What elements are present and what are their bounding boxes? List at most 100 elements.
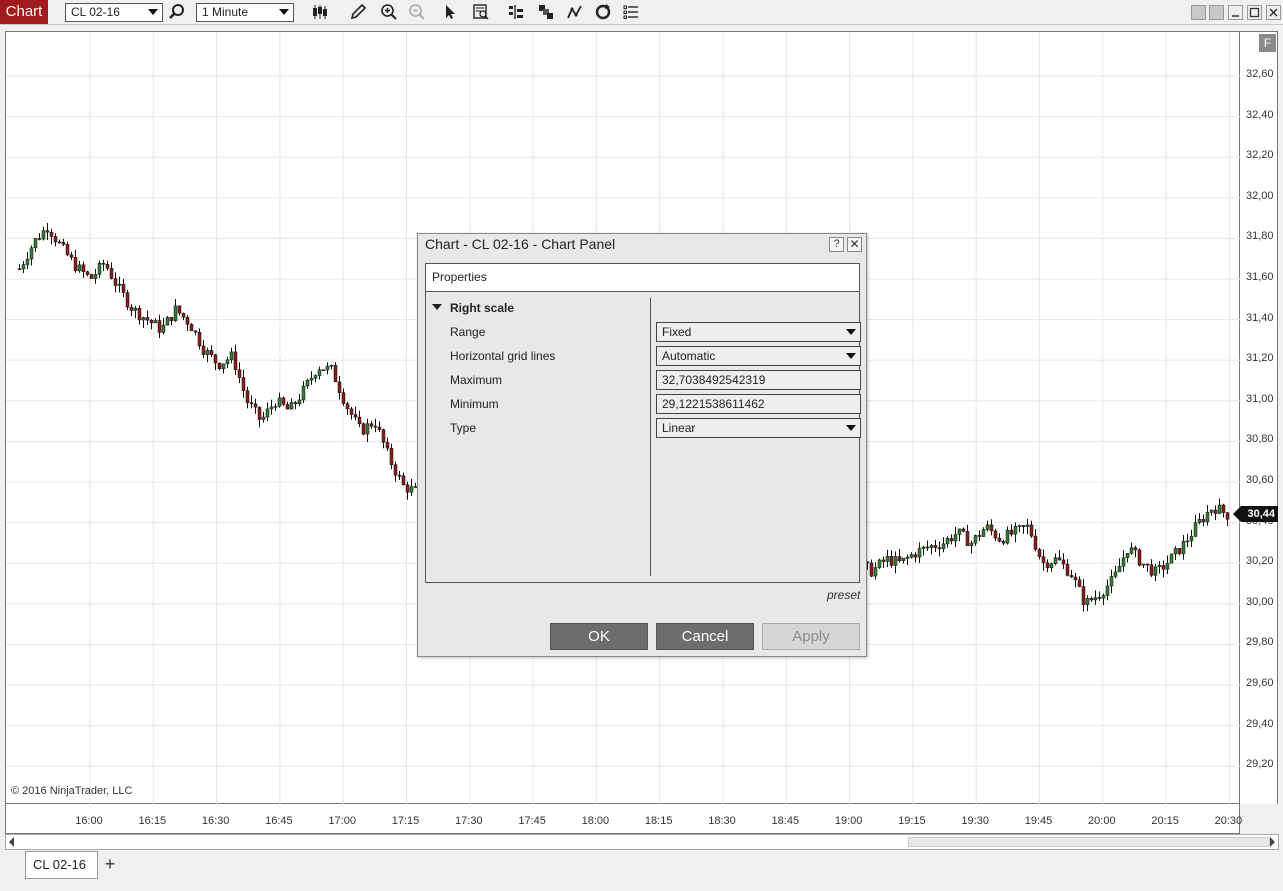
search-icon[interactable] bbox=[167, 2, 187, 22]
close-window-button[interactable] bbox=[1266, 5, 1281, 20]
candle-body bbox=[961, 528, 966, 532]
time-tick-label: 17:45 bbox=[518, 815, 546, 827]
preset-link[interactable]: preset bbox=[827, 588, 860, 602]
horizontal-scrollbar[interactable] bbox=[5, 834, 1279, 850]
candle-body bbox=[169, 317, 174, 321]
tile-right-button[interactable] bbox=[1209, 5, 1224, 20]
help-button[interactable]: ? bbox=[829, 237, 844, 252]
section-right-scale[interactable]: Right scale bbox=[432, 301, 514, 315]
time-tick-label: 16:45 bbox=[265, 815, 293, 827]
scroll-thumb[interactable] bbox=[908, 837, 1270, 847]
tile-left-button[interactable] bbox=[1191, 5, 1206, 20]
candle-body bbox=[1033, 535, 1038, 550]
maximize-button[interactable] bbox=[1247, 5, 1262, 20]
indicators-icon[interactable] bbox=[565, 2, 585, 22]
candle-body bbox=[165, 317, 170, 326]
chevron-down-icon bbox=[846, 425, 856, 431]
chart-window-tab[interactable]: Chart bbox=[0, 0, 48, 24]
horizontal-grid-lines-select[interactable]: Automatic bbox=[656, 346, 861, 366]
reload-icon[interactable] bbox=[593, 2, 613, 22]
candle-body bbox=[1177, 548, 1182, 555]
collapse-triangle-icon[interactable] bbox=[432, 304, 442, 310]
ninjatrader-chart-window: Chart CL 02-16 1 Minute 32,60 32,40 32,2… bbox=[0, 0, 1283, 891]
chart-trader-icon[interactable] bbox=[506, 2, 526, 22]
candle-body bbox=[905, 557, 910, 559]
price-tick-label: 30,80 bbox=[1246, 433, 1274, 446]
candle-body bbox=[945, 538, 950, 545]
candle-body bbox=[1113, 571, 1118, 577]
candle-body bbox=[137, 307, 142, 321]
candle-body bbox=[325, 365, 330, 371]
scroll-left-icon[interactable] bbox=[9, 837, 14, 847]
candle-body bbox=[953, 534, 958, 542]
tab-cl-02-16[interactable]: CL 02-16 bbox=[25, 851, 98, 879]
time-tick-label: 17:30 bbox=[455, 815, 483, 827]
price-tick-label: 30,60 bbox=[1246, 474, 1274, 486]
price-tick-label: 29,80 bbox=[1246, 636, 1274, 649]
candle-body bbox=[17, 268, 22, 271]
scroll-right-icon[interactable] bbox=[1270, 837, 1275, 847]
candle-body bbox=[885, 555, 890, 562]
candle-body bbox=[1045, 562, 1050, 569]
candle-body bbox=[909, 554, 914, 558]
copyright-text: © 2016 NinjaTrader, LLC bbox=[11, 785, 133, 797]
candle-body bbox=[1065, 563, 1070, 576]
candle-body bbox=[1001, 541, 1006, 544]
candle-body bbox=[933, 545, 938, 548]
column-divider[interactable] bbox=[650, 298, 651, 576]
candle-body bbox=[1133, 547, 1138, 551]
candle-body bbox=[985, 524, 990, 530]
dialog-title: Chart - CL 02-16 - Chart Panel bbox=[425, 236, 616, 252]
pencil-icon[interactable] bbox=[348, 2, 368, 22]
minimum-input[interactable]: 29,1221538611462 bbox=[656, 394, 861, 414]
price-tick-label: 31,40 bbox=[1246, 311, 1274, 324]
ok-button[interactable]: OK bbox=[550, 623, 648, 650]
candle-body bbox=[1217, 504, 1222, 514]
candle-body bbox=[305, 379, 310, 387]
zoom-out-icon[interactable] bbox=[407, 2, 427, 22]
candle-body bbox=[37, 238, 42, 240]
candle-body bbox=[277, 397, 282, 407]
type-select[interactable]: Linear bbox=[656, 418, 861, 438]
candle-body bbox=[349, 408, 354, 415]
candle-body bbox=[1181, 540, 1186, 555]
price-tick-label: 30,00 bbox=[1246, 595, 1274, 608]
candle-body bbox=[401, 475, 406, 486]
candlestick-style-icon[interactable] bbox=[310, 2, 330, 22]
instrument-selector[interactable]: CL 02-16 bbox=[65, 3, 163, 22]
properties-list-icon[interactable] bbox=[621, 2, 641, 22]
candle-body bbox=[913, 554, 918, 558]
interval-selector[interactable]: 1 Minute bbox=[196, 3, 294, 22]
data-box-icon[interactable] bbox=[471, 2, 491, 22]
candle-body bbox=[25, 258, 30, 265]
time-tick-label: 18:30 bbox=[708, 815, 736, 827]
fixed-scale-button[interactable]: F bbox=[1259, 34, 1276, 52]
candle-body bbox=[41, 230, 46, 240]
candle-body bbox=[193, 330, 198, 333]
candle-body bbox=[293, 402, 298, 405]
candle-body bbox=[1041, 556, 1046, 564]
candle-body bbox=[977, 535, 982, 537]
pointer-icon[interactable] bbox=[440, 2, 460, 22]
add-tab-button[interactable]: + bbox=[99, 855, 121, 875]
candle-body bbox=[133, 307, 138, 311]
candle-body bbox=[317, 369, 322, 376]
candle-body bbox=[201, 345, 206, 355]
apply-button[interactable]: Apply bbox=[762, 623, 860, 650]
candle-body bbox=[1101, 595, 1106, 599]
type-value: Linear bbox=[662, 421, 696, 435]
minimize-button[interactable] bbox=[1228, 5, 1243, 20]
strategies-icon[interactable] bbox=[536, 2, 556, 22]
time-axis[interactable] bbox=[5, 804, 1240, 834]
candle-body bbox=[1153, 566, 1158, 576]
close-dialog-button[interactable]: ✕ bbox=[847, 237, 862, 252]
candle-body bbox=[21, 264, 26, 270]
candle-body bbox=[273, 406, 278, 408]
zoom-in-icon[interactable] bbox=[379, 2, 399, 22]
range-select[interactable]: Fixed bbox=[656, 322, 861, 342]
cancel-button[interactable]: Cancel bbox=[656, 623, 754, 650]
candle-body bbox=[937, 547, 942, 550]
maximum-input[interactable]: 32,7038492542319 bbox=[656, 370, 861, 390]
time-tick-label: 18:15 bbox=[644, 815, 673, 827]
candle-body bbox=[1121, 557, 1126, 567]
